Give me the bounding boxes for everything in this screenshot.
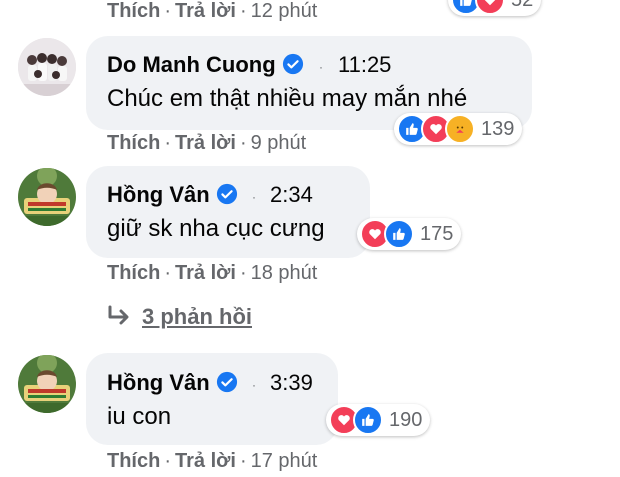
reply-button[interactable]: Trả lời (175, 450, 236, 472)
reaction-count: 139 (481, 117, 515, 140)
reply-arrow-icon (106, 305, 132, 333)
like-button[interactable]: Thích (107, 262, 160, 284)
separator: · (164, 132, 172, 154)
replies-count-label[interactable]: 3 phản hồi (142, 304, 252, 329)
comment-timestamp[interactable]: 2:34 (270, 182, 313, 208)
author-name[interactable]: Hồng Vân (107, 182, 210, 207)
like-icon (353, 405, 383, 435)
author-name[interactable]: Hồng Vân (107, 370, 210, 395)
reply-button[interactable]: Trả lời (175, 0, 236, 22)
separator: · (252, 378, 256, 392)
separator: · (239, 0, 247, 22)
avatar-image (18, 355, 76, 413)
comment-author[interactable]: Do Manh Cuong (107, 52, 304, 81)
comment-bubble (86, 166, 370, 258)
comment-actions: Thích · Trả lời · 17 phút (107, 450, 317, 473)
view-replies-link[interactable]: 3 phản hồi (106, 304, 252, 333)
like-button[interactable]: Thích (107, 450, 160, 472)
comment-time[interactable]: 18 phút (251, 262, 318, 284)
comment-actions: Thích · Trả lời · 9 phút (107, 132, 306, 155)
verified-badge-icon (282, 53, 304, 81)
separator: · (164, 0, 172, 22)
like-icon (384, 219, 414, 249)
like-button[interactable]: Thích (107, 0, 160, 22)
comment-timestamp[interactable]: 11:25 (338, 52, 391, 78)
reaction-summary[interactable]: 52 (448, 0, 542, 16)
separator: · (239, 132, 247, 154)
reply-button[interactable]: Trả lời (175, 262, 236, 284)
comment-bubble (86, 353, 338, 445)
comment-text: iu con (107, 403, 172, 430)
love-icon (475, 0, 505, 15)
reaction-summary[interactable]: 190 (326, 404, 431, 436)
comment-time[interactable]: 17 phút (251, 450, 318, 472)
comment-time[interactable]: 9 phút (251, 132, 307, 154)
separator: · (164, 450, 172, 472)
avatar-image (18, 38, 76, 96)
like-button[interactable]: Thích (107, 132, 160, 154)
comment-actions: Thích · Trả lời · 18 phút (107, 262, 317, 285)
reaction-count: 52 (511, 0, 533, 12)
comment-text: Chúc em thật nhiều may mắn nhé (107, 85, 468, 112)
separator: · (319, 60, 323, 74)
care-icon (445, 114, 475, 144)
author-name[interactable]: Do Manh Cuong (107, 52, 276, 77)
comment-time[interactable]: 12 phút (251, 0, 318, 22)
avatar[interactable] (18, 38, 76, 96)
reply-button[interactable]: Trả lời (175, 132, 236, 154)
reaction-summary[interactable]: 139 (394, 113, 523, 145)
reaction-summary[interactable]: 175 (357, 218, 462, 250)
comment-timestamp[interactable]: 3:39 (270, 370, 313, 396)
reaction-count: 175 (420, 222, 454, 245)
verified-badge-icon (216, 183, 238, 211)
verified-badge-icon (216, 371, 238, 399)
separator: · (164, 262, 172, 284)
reaction-count: 190 (389, 408, 423, 431)
separator: · (252, 190, 256, 204)
avatar[interactable] (18, 355, 76, 413)
separator: · (239, 262, 247, 284)
avatar-image (18, 168, 76, 226)
comment-actions: Thích · Trả lời · 12 phút (107, 0, 317, 23)
comment-author[interactable]: Hồng Vân (107, 182, 238, 211)
separator: · (239, 450, 247, 472)
comment-author[interactable]: Hồng Vân (107, 370, 238, 399)
comment-text: giữ sk nha cục cưng (107, 215, 325, 242)
avatar[interactable] (18, 168, 76, 226)
